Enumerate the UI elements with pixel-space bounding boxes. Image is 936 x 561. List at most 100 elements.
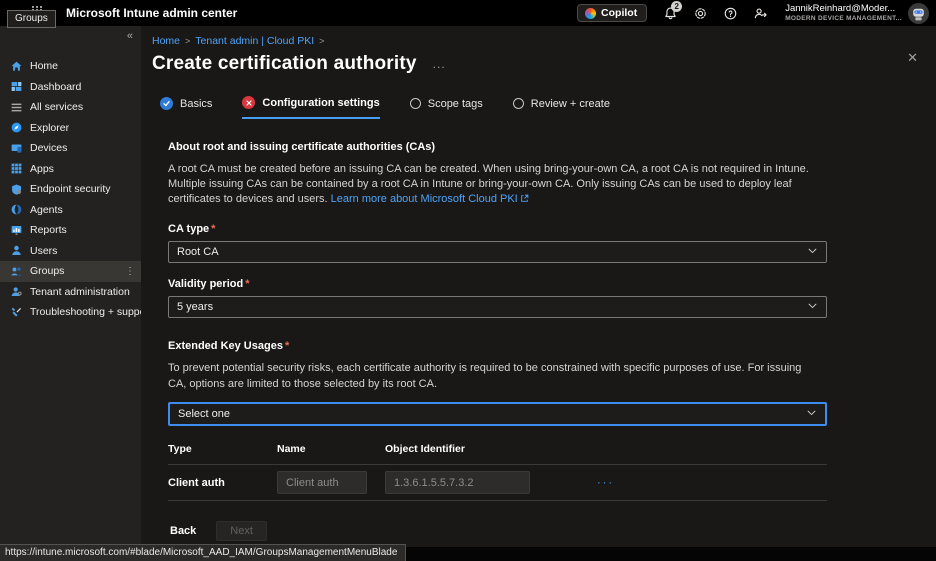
dashboard-icon — [10, 80, 23, 93]
sidebar-item-label: Devices — [30, 142, 67, 154]
sidebar-item-label: Reports — [30, 224, 67, 236]
sidebar-item-label: Users — [30, 245, 57, 257]
apps-icon — [10, 162, 23, 175]
account-menu[interactable]: JannikReinhard@Moder... MODERN DEVICE MA… — [785, 4, 902, 22]
sidebar-item-label: All services — [30, 101, 83, 113]
all-services-icon — [10, 101, 23, 114]
home-icon — [10, 60, 23, 73]
breadcrumb-tenant-admin-link[interactable]: Tenant admin | Cloud PKI — [195, 35, 314, 47]
feedback-button[interactable] — [745, 0, 775, 26]
ca-type-label: CA type* — [168, 223, 827, 235]
avatar[interactable] — [908, 3, 929, 24]
tab-review-create[interactable]: Review + create — [513, 96, 610, 119]
notifications-button[interactable]: 2 — [655, 0, 685, 26]
tab-label: Review + create — [531, 98, 610, 110]
validity-period-label: Validity period* — [168, 278, 827, 290]
reports-icon — [10, 224, 23, 237]
column-header-name: Name — [277, 443, 385, 455]
robot-avatar-icon — [910, 5, 927, 22]
ca-type-dropdown[interactable]: Root CA — [168, 241, 827, 263]
breadcrumb-home-link[interactable]: Home — [152, 35, 180, 47]
sidebar: « Home Dashboard All services Explorer D… — [0, 26, 141, 547]
wrench-icon — [10, 306, 23, 319]
sidebar-item-troubleshooting[interactable]: Troubleshooting + support — [0, 302, 141, 323]
user-icon — [10, 244, 23, 257]
gear-icon — [693, 6, 708, 21]
tab-label: Configuration settings — [262, 97, 379, 109]
copilot-label: Copilot — [601, 7, 637, 19]
eku-label: Extended Key Usages* — [168, 340, 827, 352]
back-button[interactable]: Back — [168, 521, 198, 541]
chevron-down-icon — [807, 245, 818, 259]
required-asterisk: * — [211, 223, 215, 235]
sidebar-item-label: Tenant administration — [30, 286, 130, 298]
browser-link-preview: https://intune.microsoft.com/#blade/Micr… — [0, 544, 406, 561]
sidebar-item-explorer[interactable]: Explorer — [0, 118, 141, 139]
intune-admin-center: Groups Microsoft Intune admin center Cop… — [0, 0, 936, 561]
breadcrumb-separator: > — [185, 36, 190, 46]
sidebar-item-groups[interactable]: Groups ⋮ — [0, 261, 141, 282]
copilot-icon — [585, 8, 596, 19]
about-text: A root CA must be created before an issu… — [168, 162, 827, 208]
tab-label: Basics — [180, 98, 212, 110]
notification-badge: 2 — [671, 1, 682, 12]
groups-context-menu-icon[interactable]: ⋮ — [125, 266, 135, 277]
next-button[interactable]: Next — [216, 521, 267, 541]
sidebar-item-label: Home — [30, 60, 58, 72]
sidebar-item-all-services[interactable]: All services — [0, 97, 141, 118]
top-bar: Groups Microsoft Intune admin center Cop… — [0, 0, 936, 26]
tab-scope-tags[interactable]: Scope tags — [410, 96, 483, 119]
wizard-footer: Back Next — [141, 517, 936, 547]
help-button[interactable] — [715, 0, 745, 26]
ca-type-value: Root CA — [177, 246, 219, 258]
eku-table-header: Type Name Object Identifier — [168, 443, 827, 465]
breadcrumb-separator: > — [319, 36, 324, 46]
sidebar-item-apps[interactable]: Apps — [0, 159, 141, 180]
step-empty-icon — [410, 98, 421, 109]
validity-period-dropdown[interactable]: 5 years — [168, 296, 827, 318]
copilot-button[interactable]: Copilot — [577, 4, 647, 22]
close-blade-button[interactable]: ✕ — [907, 50, 918, 66]
eku-name-input[interactable]: Client auth — [277, 471, 367, 494]
chevron-down-icon — [806, 407, 817, 421]
step-complete-icon — [160, 97, 173, 110]
about-heading: About root and issuing certificate autho… — [168, 141, 827, 153]
title-row: Create certification authority ... — [152, 53, 936, 75]
sidebar-item-label: Explorer — [30, 122, 69, 134]
sidebar-item-tenant-administration[interactable]: Tenant administration — [0, 282, 141, 303]
tenant-admin-icon — [10, 285, 23, 298]
tab-configuration-settings[interactable]: Configuration settings — [242, 96, 379, 119]
page-title: Create certification authority — [152, 53, 417, 75]
required-asterisk: * — [285, 340, 289, 352]
title-context-menu-icon[interactable]: ... — [433, 57, 446, 71]
sidebar-item-dashboard[interactable]: Dashboard — [0, 77, 141, 98]
sidebar-item-users[interactable]: Users — [0, 241, 141, 262]
column-header-oid: Object Identifier — [385, 443, 563, 455]
wizard-steps: Basics Configuration settings Scope tags… — [160, 96, 936, 119]
settings-button[interactable] — [685, 0, 715, 26]
sidebar-item-devices[interactable]: Devices — [0, 138, 141, 159]
eku-oid-input[interactable]: 1.3.6.1.5.5.7.3.2 — [385, 471, 530, 494]
groups-icon — [10, 265, 23, 278]
sidebar-collapse-button[interactable]: « — [127, 30, 133, 42]
tab-label: Scope tags — [428, 98, 483, 110]
question-icon — [723, 6, 738, 21]
sidebar-item-home[interactable]: Home — [0, 56, 141, 77]
sidebar-item-label: Agents — [30, 204, 63, 216]
shield-icon — [10, 183, 23, 196]
agents-icon — [10, 203, 23, 216]
sidebar-item-reports[interactable]: Reports — [0, 220, 141, 241]
learn-more-link[interactable]: Learn more about Microsoft Cloud PKI — [331, 193, 518, 205]
tab-basics[interactable]: Basics — [160, 96, 212, 119]
account-name: JannikReinhard@Moder... — [785, 4, 902, 15]
eku-value: Select one — [178, 408, 230, 420]
topbar-actions: Copilot 2 — [577, 0, 936, 26]
eku-row-type: Client auth — [168, 477, 277, 489]
sidebar-item-agents[interactable]: Agents — [0, 200, 141, 221]
required-asterisk: * — [245, 278, 249, 290]
sidebar-item-endpoint-security[interactable]: Endpoint security — [0, 179, 141, 200]
eku-dropdown[interactable]: Select one — [168, 402, 827, 426]
step-empty-icon — [513, 98, 524, 109]
eku-table: Type Name Object Identifier Client auth … — [168, 443, 827, 501]
row-context-menu-icon[interactable]: ··· — [597, 477, 614, 489]
